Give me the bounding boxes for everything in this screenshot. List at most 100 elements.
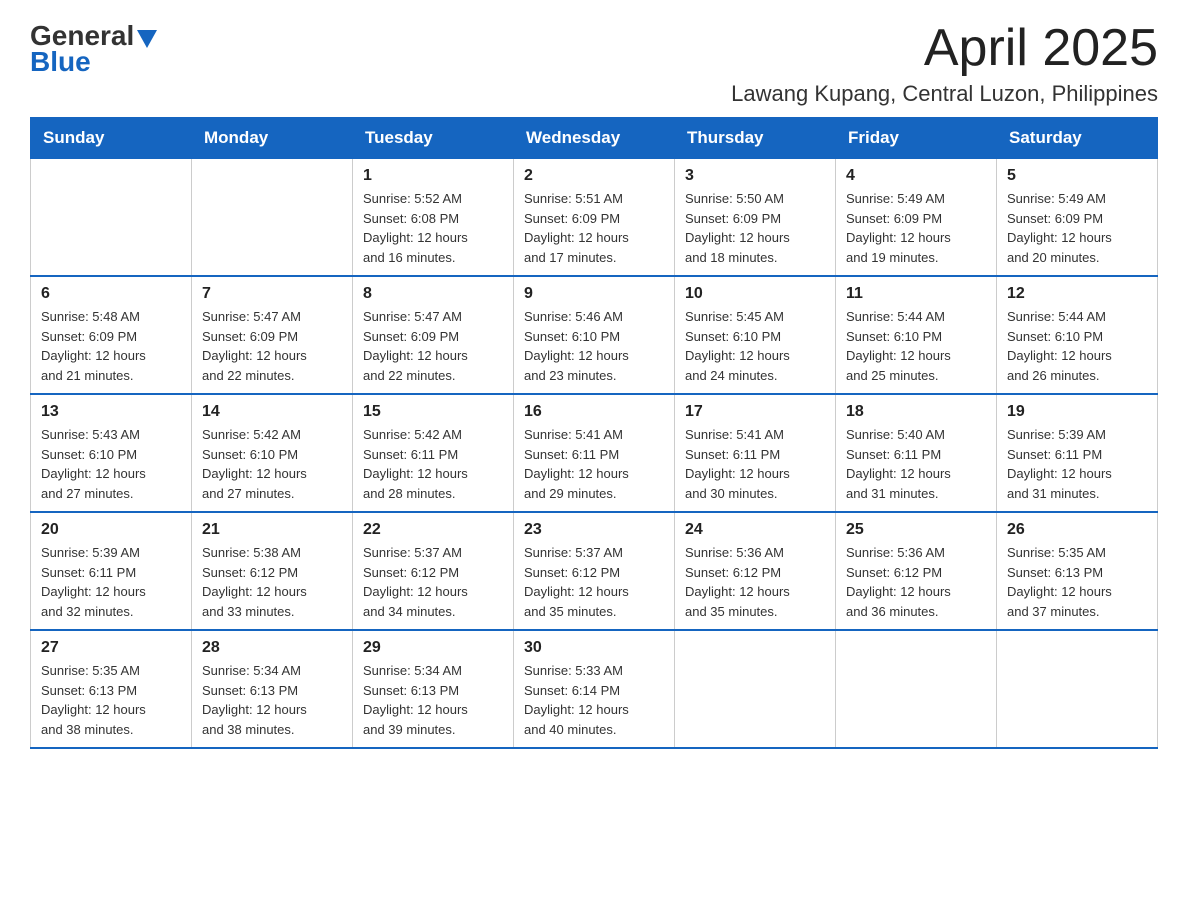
table-cell: 21 Sunrise: 5:38 AM Sunset: 6:12 PM Dayli… [192,512,353,630]
location-title: Lawang Kupang, Central Luzon, Philippine… [731,81,1158,107]
day-info: Sunrise: 5:48 AM Sunset: 6:09 PM Dayligh… [41,307,181,385]
table-cell: 18Sunrise: 5:40 AM Sunset: 6:11 PM Dayli… [836,394,997,512]
header-thursday: Thursday [675,118,836,159]
day-number: 5 [1007,167,1147,185]
table-cell: 19 Sunrise: 5:39 AM Sunset: 6:11 PM Dayli… [997,394,1158,512]
day-info: Sunrise: 5:37 AM Sunset: 6:12 PM Dayligh… [524,543,664,621]
day-number: 12 [1007,285,1147,303]
logo: General Blue [30,20,157,78]
table-cell [836,630,997,748]
day-info: Sunrise: 5:49 AM Sunset: 6:09 PM Dayligh… [1007,189,1147,267]
day-info: Sunrise: 5:33 AM Sunset: 6:14 PM Dayligh… [524,661,664,739]
day-number: 10 [685,285,825,303]
calendar-week-row: 27 Sunrise: 5:35 AM Sunset: 6:13 PM Dayli… [31,630,1158,748]
header-sunday: Sunday [31,118,192,159]
day-number: 9 [524,285,664,303]
day-number: 8 [363,285,503,303]
header-wednesday: Wednesday [514,118,675,159]
table-cell: 16 Sunrise: 5:41 AM Sunset: 6:11 PM Dayli… [514,394,675,512]
table-cell: 9 Sunrise: 5:46 AM Sunset: 6:10 PM Daylig… [514,276,675,394]
calendar-week-row: 20 Sunrise: 5:39 AM Sunset: 6:11 PM Dayli… [31,512,1158,630]
table-cell: 8 Sunrise: 5:47 AM Sunset: 6:09 PM Daylig… [353,276,514,394]
day-number: 21 [202,521,342,539]
day-number: 28 [202,639,342,657]
logo-triangle-icon [137,30,157,48]
day-info: Sunrise: 5:41 AM Sunset: 6:11 PM Dayligh… [524,425,664,503]
table-cell: 6 Sunrise: 5:48 AM Sunset: 6:09 PM Daylig… [31,276,192,394]
table-cell: 25 Sunrise: 5:36 AM Sunset: 6:12 PM Dayli… [836,512,997,630]
day-info: Sunrise: 5:47 AM Sunset: 6:09 PM Dayligh… [363,307,503,385]
table-cell [31,159,192,277]
day-info: Sunrise: 5:36 AM Sunset: 6:12 PM Dayligh… [685,543,825,621]
table-cell: 13 Sunrise: 5:43 AM Sunset: 6:10 PM Dayli… [31,394,192,512]
header-monday: Monday [192,118,353,159]
day-info: Sunrise: 5:35 AM Sunset: 6:13 PM Dayligh… [41,661,181,739]
day-number: 4 [846,167,986,185]
day-number: 13 [41,403,181,421]
table-cell: 23Sunrise: 5:37 AM Sunset: 6:12 PM Dayli… [514,512,675,630]
header-friday: Friday [836,118,997,159]
table-cell: 12 Sunrise: 5:44 AM Sunset: 6:10 PM Dayli… [997,276,1158,394]
table-cell: 1 Sunrise: 5:52 AM Sunset: 6:08 PM Daylig… [353,159,514,277]
day-info: Sunrise: 5:36 AM Sunset: 6:12 PM Dayligh… [846,543,986,621]
day-number: 3 [685,167,825,185]
page-header: General Blue April 2025 Lawang Kupang, C… [30,20,1158,107]
day-info: Sunrise: 5:46 AM Sunset: 6:10 PM Dayligh… [524,307,664,385]
table-cell [997,630,1158,748]
month-year-title: April 2025 [731,20,1158,77]
day-number: 7 [202,285,342,303]
table-cell: 27 Sunrise: 5:35 AM Sunset: 6:13 PM Dayli… [31,630,192,748]
day-info: Sunrise: 5:37 AM Sunset: 6:12 PM Dayligh… [363,543,503,621]
header-tuesday: Tuesday [353,118,514,159]
day-info: Sunrise: 5:49 AM Sunset: 6:09 PM Dayligh… [846,189,986,267]
day-number: 15 [363,403,503,421]
table-cell: 2 Sunrise: 5:51 AM Sunset: 6:09 PM Daylig… [514,159,675,277]
calendar-week-row: 1 Sunrise: 5:52 AM Sunset: 6:08 PM Daylig… [31,159,1158,277]
table-cell: 5 Sunrise: 5:49 AM Sunset: 6:09 PM Daylig… [997,159,1158,277]
day-info: Sunrise: 5:34 AM Sunset: 6:13 PM Dayligh… [202,661,342,739]
day-info: Sunrise: 5:39 AM Sunset: 6:11 PM Dayligh… [1007,425,1147,503]
day-number: 19 [1007,403,1147,421]
calendar-header-row: Sunday Monday Tuesday Wednesday Thursday… [31,118,1158,159]
day-number: 1 [363,167,503,185]
day-info: Sunrise: 5:38 AM Sunset: 6:12 PM Dayligh… [202,543,342,621]
day-number: 17 [685,403,825,421]
day-info: Sunrise: 5:50 AM Sunset: 6:09 PM Dayligh… [685,189,825,267]
logo-blue-text: Blue [30,46,91,78]
day-number: 11 [846,285,986,303]
day-info: Sunrise: 5:42 AM Sunset: 6:11 PM Dayligh… [363,425,503,503]
table-cell [675,630,836,748]
day-info: Sunrise: 5:43 AM Sunset: 6:10 PM Dayligh… [41,425,181,503]
day-info: Sunrise: 5:41 AM Sunset: 6:11 PM Dayligh… [685,425,825,503]
day-info: Sunrise: 5:44 AM Sunset: 6:10 PM Dayligh… [1007,307,1147,385]
table-cell: 26Sunrise: 5:35 AM Sunset: 6:13 PM Dayli… [997,512,1158,630]
day-info: Sunrise: 5:47 AM Sunset: 6:09 PM Dayligh… [202,307,342,385]
table-cell: 29 Sunrise: 5:34 AM Sunset: 6:13 PM Dayli… [353,630,514,748]
table-cell: 24Sunrise: 5:36 AM Sunset: 6:12 PM Dayli… [675,512,836,630]
table-cell [192,159,353,277]
day-info: Sunrise: 5:34 AM Sunset: 6:13 PM Dayligh… [363,661,503,739]
day-info: Sunrise: 5:40 AM Sunset: 6:11 PM Dayligh… [846,425,986,503]
table-cell: 11 Sunrise: 5:44 AM Sunset: 6:10 PM Dayli… [836,276,997,394]
day-info: Sunrise: 5:51 AM Sunset: 6:09 PM Dayligh… [524,189,664,267]
day-info: Sunrise: 5:39 AM Sunset: 6:11 PM Dayligh… [41,543,181,621]
calendar-week-row: 6 Sunrise: 5:48 AM Sunset: 6:09 PM Daylig… [31,276,1158,394]
day-number: 26 [1007,521,1147,539]
day-number: 6 [41,285,181,303]
table-cell: 10Sunrise: 5:45 AM Sunset: 6:10 PM Dayli… [675,276,836,394]
table-cell: 17 Sunrise: 5:41 AM Sunset: 6:11 PM Dayli… [675,394,836,512]
day-number: 2 [524,167,664,185]
day-info: Sunrise: 5:42 AM Sunset: 6:10 PM Dayligh… [202,425,342,503]
table-cell: 28 Sunrise: 5:34 AM Sunset: 6:13 PM Dayli… [192,630,353,748]
day-info: Sunrise: 5:52 AM Sunset: 6:08 PM Dayligh… [363,189,503,267]
day-number: 27 [41,639,181,657]
day-number: 25 [846,521,986,539]
day-number: 16 [524,403,664,421]
calendar-week-row: 13 Sunrise: 5:43 AM Sunset: 6:10 PM Dayli… [31,394,1158,512]
day-number: 30 [524,639,664,657]
table-cell: 14Sunrise: 5:42 AM Sunset: 6:10 PM Dayli… [192,394,353,512]
day-info: Sunrise: 5:44 AM Sunset: 6:10 PM Dayligh… [846,307,986,385]
day-number: 29 [363,639,503,657]
table-cell: 30 Sunrise: 5:33 AM Sunset: 6:14 PM Dayli… [514,630,675,748]
day-number: 20 [41,521,181,539]
